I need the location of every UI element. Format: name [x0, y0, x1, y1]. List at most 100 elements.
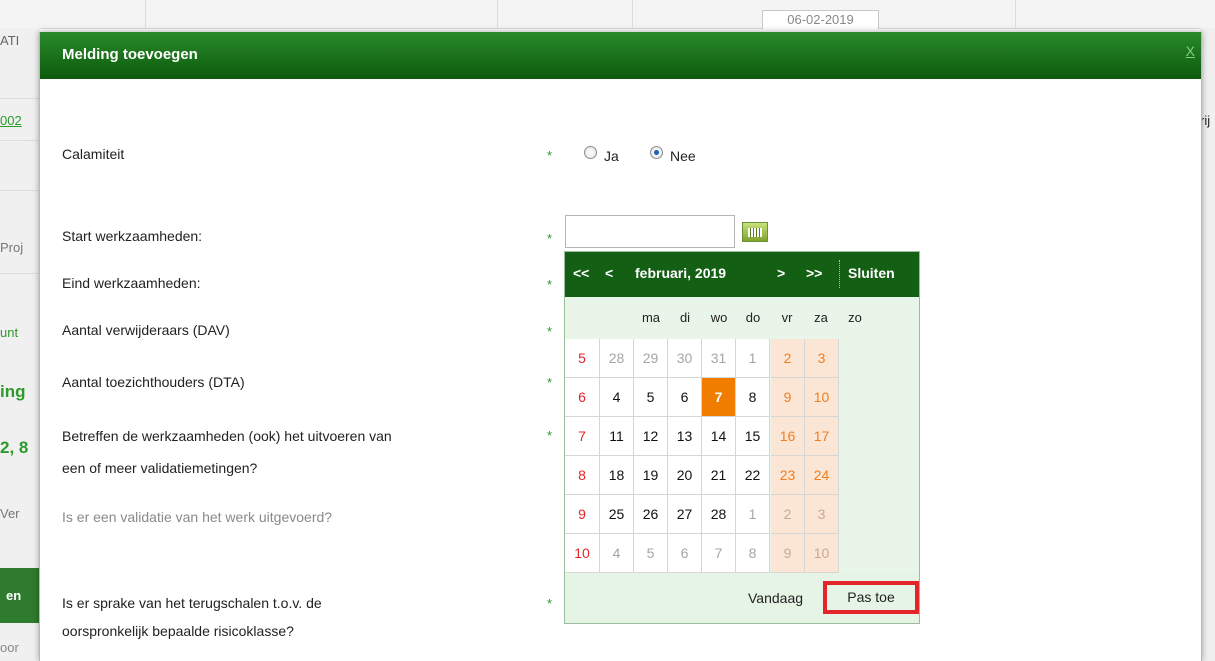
- calamiteit-label: Calamiteit: [62, 146, 125, 162]
- day-cell[interactable]: 10: [805, 534, 839, 573]
- column-divider: [145, 0, 146, 28]
- day-cell[interactable]: 23: [771, 456, 805, 495]
- day-cell[interactable]: 13: [668, 417, 702, 456]
- validation-question-line1: Betreffen de werkzaamheden (ook) het uit…: [62, 428, 392, 444]
- day-cell[interactable]: 3: [805, 495, 839, 534]
- start-label: Start werkzaamheden:: [62, 228, 203, 244]
- day-cell[interactable]: 31: [702, 339, 736, 378]
- column-divider: [497, 0, 498, 28]
- column-divider: [632, 0, 633, 28]
- downscale-question-line2: oorspronkelijk bepaalde risicoklasse?: [62, 623, 294, 639]
- column-divider: [1015, 0, 1016, 28]
- required-marker: *: [547, 277, 553, 292]
- date-picker-footer: Vandaag Pas toe: [565, 574, 919, 623]
- day-cell[interactable]: 4: [600, 534, 634, 573]
- day-cell[interactable]: 19: [634, 456, 668, 495]
- background-date: 06-02-2019: [762, 10, 879, 29]
- day-cell[interactable]: 16: [771, 417, 805, 456]
- week-number: 8: [565, 456, 600, 495]
- day-cell[interactable]: 17: [805, 417, 839, 456]
- add-report-dialog: Melding toevoegen X Calamiteit * Ja Nee …: [39, 32, 1202, 661]
- day-cell[interactable]: 20: [668, 456, 702, 495]
- day-cell[interactable]: 9: [771, 534, 805, 573]
- apply-button[interactable]: Pas toe: [823, 581, 919, 614]
- weekday-label: wo: [710, 310, 728, 325]
- week-number: 7: [565, 417, 600, 456]
- calendar-icon[interactable]: [742, 222, 768, 242]
- day-cell-today[interactable]: 7: [702, 378, 736, 417]
- day-cell[interactable]: 12: [634, 417, 668, 456]
- day-cell[interactable]: 2: [771, 495, 805, 534]
- dta-label: Aantal toezichthouders (DTA): [62, 374, 245, 390]
- day-cell[interactable]: 27: [668, 495, 702, 534]
- next-month-button[interactable]: >: [777, 265, 785, 281]
- day-cell[interactable]: 5: [634, 378, 668, 417]
- calamiteit-nee-label: Nee: [670, 148, 696, 164]
- close-calendar-button[interactable]: Sluiten: [848, 265, 895, 281]
- weekday-label: di: [679, 310, 691, 325]
- day-cell[interactable]: 6: [668, 378, 702, 417]
- background-table-header: [0, 0, 1215, 29]
- day-cell[interactable]: 15: [736, 417, 770, 456]
- background-section-bar: en: [0, 568, 40, 623]
- day-cell[interactable]: 2: [771, 339, 805, 378]
- day-cell[interactable]: 7: [702, 534, 736, 573]
- background-link-fragment[interactable]: 002: [0, 113, 40, 128]
- end-label: Eind werkzaamheden:: [62, 275, 201, 291]
- previous-month-button[interactable]: <: [605, 265, 613, 281]
- day-cell[interactable]: 22: [736, 456, 770, 495]
- required-marker: *: [547, 596, 553, 611]
- day-cell[interactable]: 21: [702, 456, 736, 495]
- validation-question-line2: een of meer validatiemetingen?: [62, 460, 258, 476]
- day-cell[interactable]: 9: [771, 378, 805, 417]
- day-cell[interactable]: 26: [634, 495, 668, 534]
- next-year-button[interactable]: >>: [806, 265, 822, 281]
- month-year-label: februari, 2019: [635, 265, 727, 281]
- required-marker: *: [547, 375, 553, 390]
- day-cell[interactable]: 14: [702, 417, 736, 456]
- background-fragment: unt: [0, 325, 19, 340]
- background-fragment: 2, 8: [0, 438, 29, 457]
- day-cell[interactable]: 4: [600, 378, 634, 417]
- weekday-label: za: [814, 310, 828, 325]
- day-cell[interactable]: 10: [805, 378, 839, 417]
- required-marker: *: [547, 428, 553, 443]
- day-cell[interactable]: 1: [736, 495, 770, 534]
- calamiteit-ja-radio[interactable]: [584, 146, 597, 159]
- start-date-input[interactable]: [565, 215, 735, 248]
- week-number: 10: [565, 534, 600, 573]
- header-separator: [839, 260, 840, 288]
- day-cell[interactable]: 24: [805, 456, 839, 495]
- background-fragment: Proj: [0, 240, 24, 255]
- background-fragment: en: [6, 588, 22, 603]
- calamiteit-nee-radio[interactable]: [650, 146, 663, 159]
- date-picker-header: << < februari, 2019 > >> Sluiten: [565, 252, 919, 297]
- row-divider: [0, 273, 40, 274]
- today-button[interactable]: Vandaag: [748, 590, 803, 606]
- required-marker: *: [547, 324, 553, 339]
- calendar-icon-graphic: [748, 228, 762, 237]
- day-cell[interactable]: 8: [736, 378, 770, 417]
- day-cell[interactable]: 5: [634, 534, 668, 573]
- day-cell[interactable]: 6: [668, 534, 702, 573]
- day-cell[interactable]: 8: [736, 534, 770, 573]
- day-cell[interactable]: 18: [600, 456, 634, 495]
- day-cell[interactable]: 1: [736, 339, 770, 378]
- close-button[interactable]: X: [1186, 43, 1195, 59]
- day-cell[interactable]: 30: [668, 339, 702, 378]
- day-cell[interactable]: 11: [600, 417, 634, 456]
- previous-year-button[interactable]: <<: [573, 265, 589, 281]
- day-cell[interactable]: 25: [600, 495, 634, 534]
- required-marker: *: [547, 148, 553, 163]
- row-divider: [0, 140, 40, 141]
- row-divider: [0, 98, 40, 99]
- day-cell[interactable]: 3: [805, 339, 839, 378]
- background-fragment: ing: [0, 382, 26, 401]
- calamiteit-ja-label: Ja: [604, 148, 619, 164]
- day-cell[interactable]: 28: [702, 495, 736, 534]
- weekday-label: zo: [848, 310, 862, 325]
- day-cell[interactable]: 29: [634, 339, 668, 378]
- weekday-label: do: [745, 310, 761, 325]
- background-fragment: oor: [0, 640, 19, 655]
- day-cell[interactable]: 28: [600, 339, 634, 378]
